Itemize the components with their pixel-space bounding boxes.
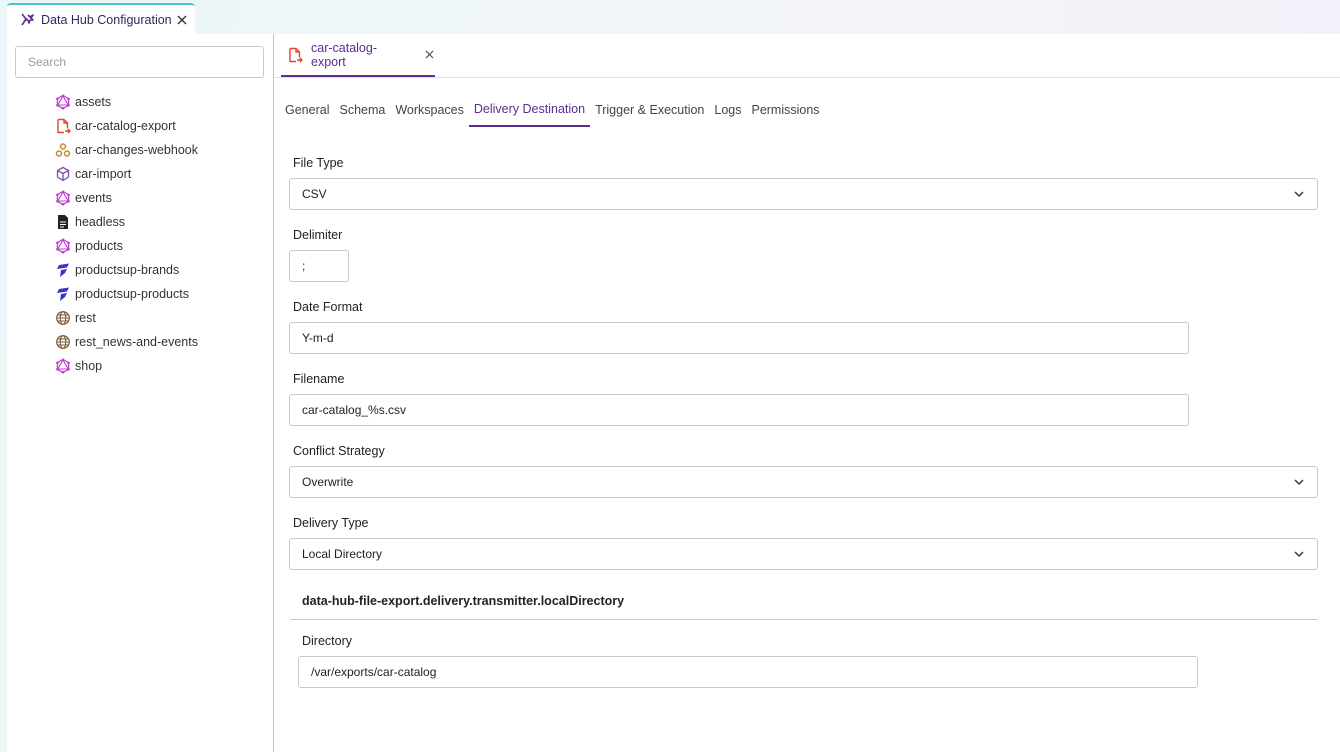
tree-item-label: productsup-products: [75, 287, 189, 301]
tree-item-rest[interactable]: rest: [55, 306, 198, 330]
tree-item-car-changes-webhook[interactable]: car-changes-webhook: [55, 138, 198, 162]
date-format-input[interactable]: Y-m-d: [289, 322, 1189, 354]
tab-car-catalog-export[interactable]: car-catalog-export: [281, 34, 435, 77]
section-title: data-hub-file-export.delivery.transmitte…: [302, 594, 625, 608]
tab-logs[interactable]: Logs: [709, 93, 746, 127]
tab-label: car-catalog-export: [311, 40, 377, 69]
tree-item-productsup-brands[interactable]: productsup-brands: [55, 258, 198, 282]
chevron-down-icon: [1293, 548, 1305, 560]
directory-value: /var/exports/car-catalog: [311, 665, 437, 679]
graphql-icon: [55, 358, 71, 374]
tab-general[interactable]: General: [274, 93, 334, 127]
tree-item-label: car-catalog-export: [75, 119, 176, 133]
tree-item-label: assets: [75, 95, 112, 109]
tree-item-car-catalog-export[interactable]: car-catalog-export: [55, 114, 198, 138]
tree-item-label: car-changes-webhook: [75, 143, 198, 157]
graphql-icon: [55, 238, 71, 254]
file-type-select[interactable]: CSV: [289, 178, 1318, 210]
tree-item-events[interactable]: events: [55, 186, 198, 210]
tree-item-rest-news-and-events[interactable]: rest_news-and-events: [55, 330, 198, 354]
tree-item-headless[interactable]: headless: [55, 210, 198, 234]
date-format-label: Date Format: [293, 300, 363, 314]
directory-label: Directory: [302, 634, 353, 648]
file-type-label: File Type: [293, 156, 344, 170]
app-tab[interactable]: Data Hub Configuration: [7, 3, 195, 34]
tree-item-assets[interactable]: assets: [55, 90, 198, 114]
data-hub-icon: [19, 12, 35, 28]
editor-panel: car-catalog-export General Schema Workspac…: [274, 34, 1340, 752]
sub-tabs: General Schema Workspaces Delivery Destinat…: [274, 96, 825, 130]
tab-delivery-destination[interactable]: Delivery Destination: [468, 93, 591, 127]
tab-permissions[interactable]: Permissions: [746, 93, 824, 127]
file-type-value: CSV: [302, 187, 327, 201]
file-export-icon: [55, 118, 71, 134]
tree-item-label: rest_news-and-events: [75, 335, 198, 349]
conflict-strategy-value: Overwrite: [302, 475, 354, 489]
tree-item-label: shop: [75, 359, 103, 373]
tree-item-label: headless: [75, 215, 126, 229]
filename-label: Filename: [293, 372, 345, 386]
app-tab-title: Data Hub Configuration: [41, 12, 172, 27]
close-tab-icon[interactable]: [423, 49, 435, 61]
document-icon: [55, 214, 71, 230]
section-divider: [290, 619, 1318, 620]
tree-panel: assets car-catalog-export car-changes-webh…: [7, 34, 273, 752]
tree-item-label: car-import: [75, 167, 132, 181]
tree-item-car-import[interactable]: car-import: [55, 162, 198, 186]
directory-input[interactable]: /var/exports/car-catalog: [298, 656, 1198, 688]
tree-item-label: productsup-brands: [75, 263, 180, 277]
conflict-strategy-select[interactable]: Overwrite: [289, 466, 1318, 498]
tree-item-label: products: [75, 239, 123, 253]
delivery-type-select[interactable]: Local Directory: [289, 538, 1318, 570]
tree-list: assets car-catalog-export car-changes-webh…: [55, 90, 198, 378]
search-input[interactable]: [15, 46, 264, 78]
conflict-strategy-label: Conflict Strategy: [293, 444, 385, 458]
delimiter-value: ;: [302, 259, 306, 273]
chevron-down-icon: [1293, 476, 1305, 488]
delimiter-input[interactable]: ;: [289, 250, 349, 282]
graphql-icon: [55, 94, 71, 110]
filename-value: car-catalog_%s.csv: [302, 403, 407, 417]
tree-item-label: rest: [75, 311, 96, 325]
productsup-icon: [55, 286, 71, 302]
tab-trigger-execution[interactable]: Trigger & Execution: [590, 93, 709, 127]
delivery-type-label: Delivery Type: [293, 516, 369, 530]
tab-schema[interactable]: Schema: [334, 93, 390, 127]
delivery-type-value: Local Directory: [302, 547, 383, 561]
date-format-value: Y-m-d: [302, 331, 334, 345]
globe-icon: [55, 310, 71, 326]
tree-item-label: events: [75, 191, 112, 205]
globe-icon: [55, 334, 71, 350]
cube-import-icon: [55, 166, 71, 182]
delimiter-label: Delimiter: [293, 228, 343, 242]
document-tabs: car-catalog-export: [274, 34, 1340, 78]
graphql-icon: [55, 190, 71, 206]
file-export-icon: [287, 47, 303, 63]
productsup-icon: [55, 262, 71, 278]
close-icon[interactable]: [175, 13, 189, 27]
filename-input[interactable]: car-catalog_%s.csv: [289, 394, 1189, 426]
webhook-icon: [55, 142, 71, 158]
tree-item-productsup-products[interactable]: productsup-products: [55, 282, 198, 306]
chevron-down-icon: [1293, 188, 1305, 200]
tree-item-products[interactable]: products: [55, 234, 198, 258]
tree-item-shop[interactable]: shop: [55, 354, 198, 378]
tab-workspaces[interactable]: Workspaces: [390, 93, 469, 127]
workspace: assets car-catalog-export car-changes-webh…: [7, 34, 1340, 752]
